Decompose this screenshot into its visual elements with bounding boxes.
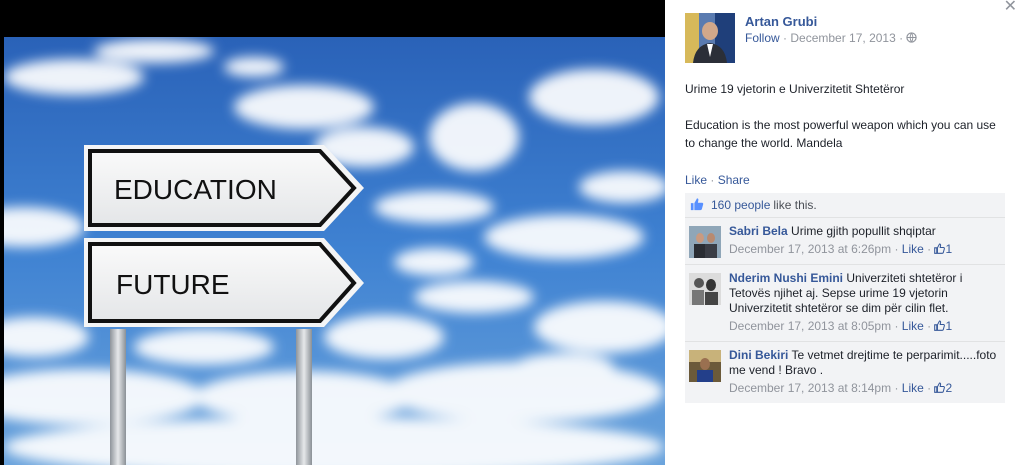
post-photo[interactable]: EDUCATION FUTURE [4,37,665,465]
comment-like-count[interactable]: 2 [945,381,952,395]
comment-like-count[interactable]: 1 [945,242,952,256]
follow-link[interactable]: Follow [745,31,780,45]
comment-like-button[interactable]: Like [902,381,924,395]
commenter-name[interactable]: Sabri Bela [729,224,788,238]
like-button[interactable]: Like [685,173,707,187]
comment-text: Urime gjith popullit shqiptar [791,224,936,238]
commenter-name[interactable]: Dini Bekiri [729,348,788,362]
comment-time[interactable]: December 17, 2013 at 8:14pm [729,381,891,395]
comment-item: Dini Bekiri Te vetmet drejtime te perpar… [685,342,1005,403]
comment-like-button[interactable]: Like [902,319,924,333]
post-text: Urime 19 vjetorin e Univerzitetit Shtetë… [685,80,1007,170]
post-actions: Like · Share [685,173,750,187]
commenter-avatar[interactable] [689,226,721,258]
thumbs-up-icon [934,381,946,397]
comments-section: 160 people like this. Sabri Bela Urime g… [685,193,1005,403]
commenter-name[interactable]: Nderim Nushi Emini [729,271,843,285]
author-name[interactable]: Artan Grubi [745,14,817,29]
comment-item: Sabri Bela Urime gjith popullit shqiptar… [685,218,1005,265]
comment-like-count[interactable]: 1 [945,319,952,333]
comment-item: Nderim Nushi Emini Univerziteti shtetëro… [685,265,1005,342]
post-meta: Follow · December 17, 2013 · [745,31,918,46]
comment-meta: December 17, 2013 at 8:14pm · Like · 2 [729,381,953,397]
commenter-avatar[interactable] [689,273,721,305]
sign-text-future: FUTURE [116,269,230,300]
likes-count-link[interactable]: 160 people [711,198,770,212]
likes-suffix: like this. [773,198,817,212]
author-avatar[interactable] [685,13,735,63]
globe-icon [906,32,918,46]
post-side-panel: ✕ Artan Grubi Follow · December 17, 2013… [665,0,1023,465]
thumbs-up-icon [934,242,946,258]
photo-viewer: EDUCATION FUTURE [0,0,665,465]
commenter-avatar[interactable] [689,350,721,382]
comment-meta: December 17, 2013 at 8:05pm · Like · 1 [729,319,953,335]
post-date[interactable]: December 17, 2013 [790,31,895,45]
post-text-line-2: Education is the most powerful weapon wh… [685,118,996,150]
comment-like-button[interactable]: Like [902,242,924,256]
likes-summary: 160 people like this. [685,193,1005,218]
share-button[interactable]: Share [718,173,750,187]
post-text-line-1: Urime 19 vjetorin e Univerzitetit Shtetë… [685,82,905,96]
close-icon[interactable]: ✕ [1004,0,1017,16]
comment-meta: December 17, 2013 at 6:26pm · Like · 1 [729,242,953,258]
sign-text-education: EDUCATION [114,174,277,205]
comment-time[interactable]: December 17, 2013 at 8:05pm [729,319,891,333]
thumbs-up-icon [690,197,704,214]
comment-time[interactable]: December 17, 2013 at 6:26pm [729,242,891,256]
thumbs-up-icon [934,319,946,335]
